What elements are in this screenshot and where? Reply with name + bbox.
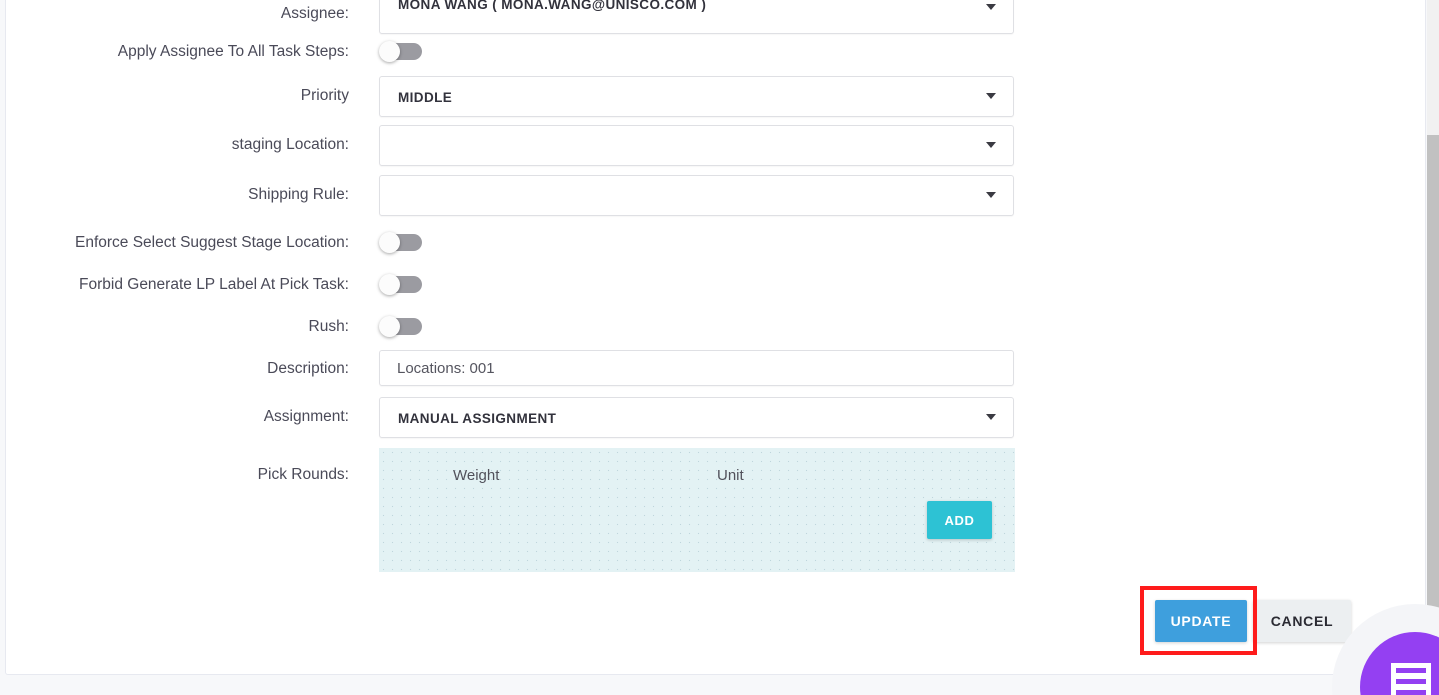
form-label-assignee: Assignee: (9, 4, 349, 24)
form-label-priority: Priority (9, 86, 349, 106)
pick-rounds-panel: Weight Unit ADD (379, 448, 1015, 572)
app-screen: Assignee: MONA WANG ( MONA.WANG@UNISCO.C… (0, 0, 1439, 695)
chat-widget-icon (1388, 660, 1434, 695)
chevron-down-icon (986, 93, 996, 99)
toggle-forbid-generate-lp-label-at-pick-task[interactable] (379, 274, 423, 295)
chat-widget-icon-bar (1396, 690, 1426, 695)
form-label-shipping-rule: Shipping Rule: (9, 185, 349, 205)
page-scrollbar-track[interactable] (1427, 0, 1439, 695)
toggle-apply-assignee-to-all-task-steps[interactable] (379, 41, 423, 62)
chat-widget-icon-bar (1396, 679, 1426, 684)
toggle-enforce-select-suggest-stage-location[interactable] (379, 232, 423, 253)
priority-select[interactable]: MIDDLE (379, 76, 1014, 117)
priority-select-value: MIDDLE (398, 90, 452, 105)
form-label-enforce-select-suggest-stage-location: Enforce Select Suggest Stage Location: (9, 233, 349, 253)
pick-rounds-column-weight: Weight (453, 467, 499, 484)
pick-rounds-column-unit: Unit (717, 467, 744, 484)
add-pick-round-button[interactable]: ADD (927, 501, 992, 539)
form-label-forbid-generate-lp-label-at-pick-task: Forbid Generate LP Label At Pick Task: (9, 275, 349, 295)
form-label-apply-assignee-to-all-task-steps: Apply Assignee To All Task Steps: (9, 42, 349, 62)
toggle-rush[interactable] (379, 316, 423, 337)
toggle-thumb (379, 41, 400, 62)
chevron-down-icon (986, 414, 996, 420)
form-label-pick-rounds: Pick Rounds: (9, 465, 349, 485)
cancel-button[interactable]: CANCEL (1253, 600, 1351, 642)
staging-location-select[interactable] (379, 125, 1014, 166)
form-label-description: Description: (9, 359, 349, 379)
chevron-down-icon (986, 4, 996, 10)
description-input[interactable]: Locations: 001 (379, 350, 1014, 386)
assignment-select[interactable]: MANUAL ASSIGNMENT (379, 397, 1014, 438)
toggle-thumb (379, 274, 400, 295)
chevron-down-icon (986, 142, 996, 148)
assignment-select-value: MANUAL ASSIGNMENT (398, 411, 556, 426)
shipping-rule-select[interactable] (379, 175, 1014, 216)
chat-widget-icon-bar (1396, 668, 1426, 673)
toggle-thumb (379, 316, 400, 337)
form-label-rush: Rush: (9, 317, 349, 337)
chevron-down-icon (986, 192, 996, 198)
description-input-value: Locations: 001 (397, 360, 495, 377)
task-edit-form-card: Assignee: MONA WANG ( MONA.WANG@UNISCO.C… (5, 0, 1426, 675)
update-button[interactable]: UPDATE (1155, 600, 1247, 642)
form-label-assignment: Assignment: (9, 407, 349, 427)
assignee-select-value: MONA WANG ( MONA.WANG@UNISCO.COM ) (398, 0, 706, 12)
assignee-select[interactable]: MONA WANG ( MONA.WANG@UNISCO.COM ) (379, 0, 1014, 34)
toggle-thumb (379, 232, 400, 253)
form-label-staging-location: staging Location: (9, 135, 349, 155)
